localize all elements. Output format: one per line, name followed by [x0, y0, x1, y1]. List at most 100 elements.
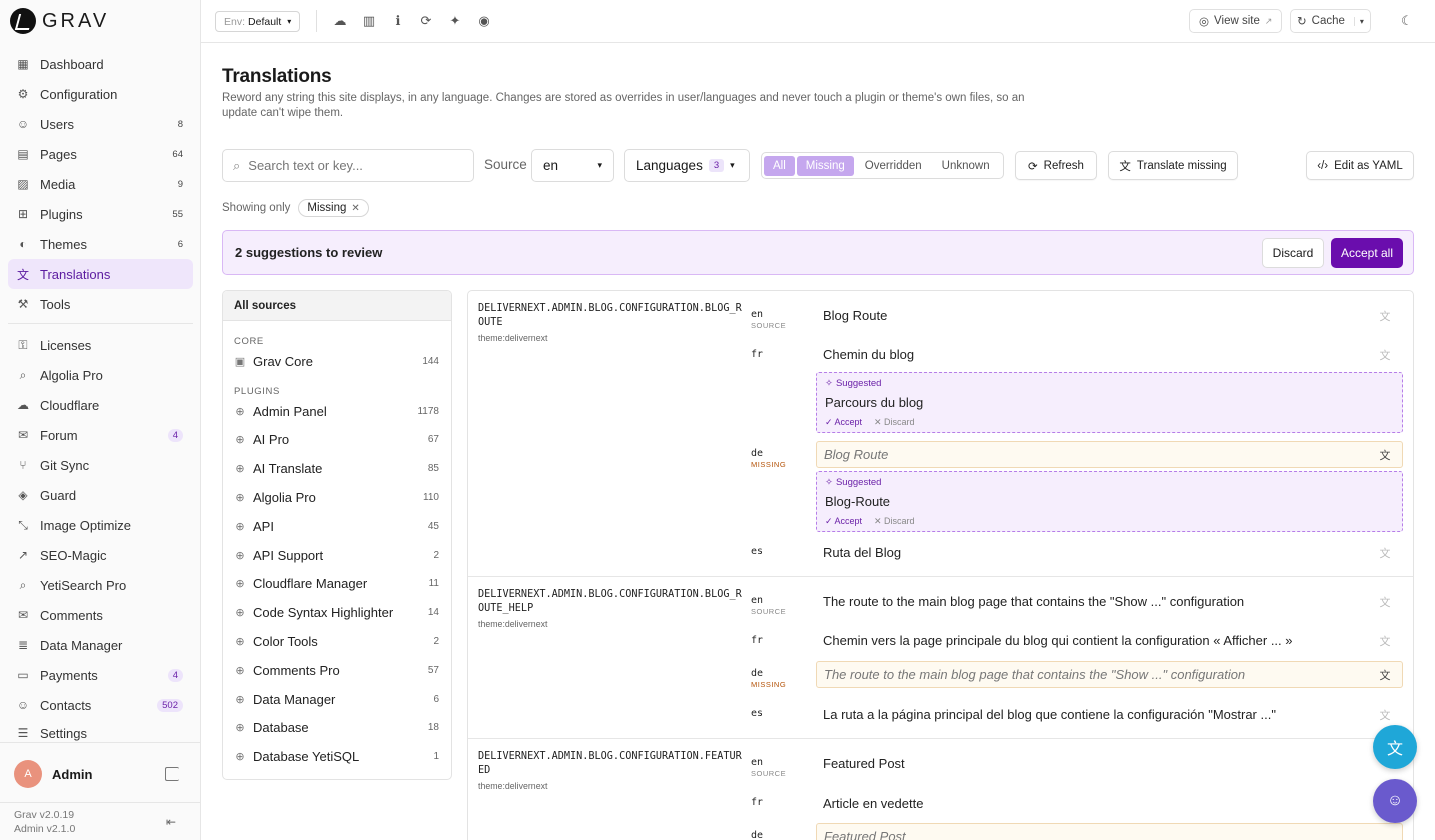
source-item[interactable]: ⊕ AI Translate 85: [223, 454, 451, 483]
search-input[interactable]: [248, 158, 463, 173]
refresh-icon[interactable]: ⟳: [418, 13, 434, 29]
compass-icon[interactable]: ◉: [476, 13, 492, 29]
translation-value-es[interactable]: Ruta del Blog: [823, 545, 901, 560]
sidebar-item-git-sync[interactable]: ⑂ Git Sync: [8, 450, 193, 480]
sidebar-item-tools[interactable]: ⚒ Tools: [8, 289, 193, 319]
translate-fab-button[interactable]: 文: [1373, 725, 1417, 769]
translate-icon[interactable]: 文: [1376, 307, 1394, 325]
cloud-icon[interactable]: ☁: [332, 13, 348, 29]
sidebar-item-algolia-pro[interactable]: ⌕ Algolia Pro: [8, 360, 193, 390]
languages-select[interactable]: Languages 3 ▾: [624, 149, 750, 182]
source-item[interactable]: ⊕ Code Syntax Highlighter 14: [223, 598, 451, 627]
accept-suggestion-button[interactable]: ✓ Accept: [825, 516, 862, 527]
translation-value-fr[interactable]: Article en vedette: [823, 796, 923, 811]
source-item[interactable]: ⊕ API Support 2: [223, 541, 451, 570]
sidebar-item-configuration[interactable]: ⚙ Configuration: [8, 79, 193, 109]
count-badge: 9: [177, 178, 183, 190]
sidebar-item-yetisearch-pro[interactable]: ⌕ YetiSearch Pro: [8, 570, 193, 600]
sidebar-item-media[interactable]: ▨ Media 9: [8, 169, 193, 199]
close-icon[interactable]: ✕: [351, 203, 359, 214]
search-box[interactable]: ⌕: [222, 149, 474, 182]
accept-suggestion-button[interactable]: ✓ Accept: [825, 417, 862, 428]
translation-input-de[interactable]: Blog Route: [816, 441, 1403, 468]
sidebar-item-contacts[interactable]: ☺ Contacts 502: [8, 690, 193, 720]
magic-wand-icon[interactable]: ✦: [447, 13, 463, 29]
filter-missing[interactable]: Missing: [796, 155, 854, 176]
cache-button[interactable]: ↻ Cache ▾: [1290, 9, 1371, 33]
translate-icon[interactable]: 文: [1376, 632, 1394, 650]
sidebar-item-licenses[interactable]: ⚿ Licenses: [8, 330, 193, 360]
topbar: Env: Default ▾ ☁ ▥ ℹ ⟳ ✦ ◉ ◎ View site ↗…: [201, 0, 1435, 43]
source-item[interactable]: ⊕ Color Tools 2: [223, 627, 451, 656]
sidebar-item-image-optimize[interactable]: ⤡ Image Optimize: [8, 510, 193, 540]
translate-icon[interactable]: 文: [1376, 544, 1394, 562]
translate-icon[interactable]: 文: [1376, 666, 1394, 684]
source-item[interactable]: ⊕ Admin Panel 1178: [223, 397, 451, 426]
translate-missing-button[interactable]: 文 Translate missing: [1108, 151, 1238, 180]
sidebar-item-comments[interactable]: ✉ Comments: [8, 600, 193, 630]
sidebar-item-themes[interactable]: ◐ Themes 6: [8, 229, 193, 259]
translate-icon[interactable]: 文: [1376, 446, 1394, 464]
source-item[interactable]: ▣ Grav Core 144: [223, 347, 451, 376]
translation-value-es[interactable]: La ruta a la página principal del blog q…: [823, 707, 1276, 722]
source-item[interactable]: ⊕ API 45: [223, 512, 451, 541]
sidebar-item-settings[interactable]: ☰ Settings: [8, 718, 193, 748]
discard-suggestion-button[interactable]: ✕ Discard: [874, 417, 915, 428]
accept-all-button[interactable]: Accept all: [1331, 238, 1403, 268]
translate-icon[interactable]: 文: [1376, 346, 1394, 364]
source-item[interactable]: ⊕ Database 18: [223, 714, 451, 743]
source-item[interactable]: ⊕ Cloudflare Manager 11: [223, 570, 451, 599]
assistant-fab-button[interactable]: ☺: [1373, 779, 1417, 823]
moon-icon[interactable]: ☾: [1401, 13, 1413, 29]
sidebar-item-translations[interactable]: 文 Translations: [8, 259, 193, 289]
translation-input-de[interactable]: Featured Post: [816, 823, 1403, 840]
environment-select[interactable]: Env: Default ▾: [215, 11, 301, 32]
source-item[interactable]: ⊕ Database YetiSQL 1: [223, 742, 451, 771]
translation-input-de[interactable]: The route to the main blog page that con…: [816, 661, 1403, 688]
discard-all-button[interactable]: Discard: [1262, 238, 1324, 268]
source-item[interactable]: ⊕ Comments Pro 57: [223, 656, 451, 685]
source-select[interactable]: en ▾: [531, 149, 614, 182]
source-item[interactable]: ⊕ AI Pro 67: [223, 426, 451, 455]
image-icon: ▨: [17, 177, 29, 191]
sidebar-item-cloudflare[interactable]: ☁ Cloudflare: [8, 390, 193, 420]
lang-code-en: en SOURCE: [751, 309, 787, 330]
collapse-sidebar-icon[interactable]: ⇤: [166, 815, 176, 829]
view-site-button[interactable]: ◎ View site ↗: [1189, 9, 1283, 33]
source-name: API: [253, 518, 274, 534]
filter-chip-missing[interactable]: Missing ✕: [298, 199, 369, 217]
discard-suggestion-button[interactable]: ✕ Discard: [874, 516, 915, 527]
translate-icon[interactable]: 文: [1376, 593, 1394, 611]
source-item[interactable]: ⊕ Data Manager 6: [223, 685, 451, 714]
refresh-button[interactable]: ⟳ Refresh: [1015, 151, 1097, 180]
filter-overridden[interactable]: Overridden: [856, 156, 931, 176]
translation-key-block: DELIVERNEXT.ADMIN.BLOG.CONFIGURATION.FEA…: [468, 739, 1413, 840]
sidebar-item-pages[interactable]: ▤ Pages 64: [8, 139, 193, 169]
puzzle-icon: ⊕: [235, 751, 245, 764]
user-name: Admin: [52, 766, 93, 782]
logout-icon[interactable]: [165, 767, 179, 781]
user-menu[interactable]: A Admin: [14, 760, 92, 788]
translation-value-fr[interactable]: Chemin vers la page principale du blog q…: [823, 633, 1293, 648]
source-count: 110: [423, 492, 439, 504]
sidebar-item-payments[interactable]: ▭ Payments 4: [8, 660, 193, 690]
sidebar-item-guard[interactable]: ◈ Guard: [8, 480, 193, 510]
brand[interactable]: GRAV: [10, 8, 109, 34]
edit-yaml-button[interactable]: ‹/› Edit as YAML: [1306, 151, 1414, 180]
info-icon[interactable]: ℹ: [390, 13, 406, 29]
all-sources[interactable]: All sources: [223, 291, 451, 321]
sidebar-item-forum[interactable]: ✉ Forum 4: [8, 420, 193, 450]
sidebar-item-dashboard[interactable]: ▦ Dashboard: [8, 49, 193, 79]
translate-icon[interactable]: 文: [1376, 706, 1394, 724]
chevron-down-icon[interactable]: ▾: [1353, 16, 1364, 26]
sidebar-item-users[interactable]: ☺ Users 8: [8, 109, 193, 139]
filter-unknown[interactable]: Unknown: [933, 156, 999, 176]
sidebar-item-data-manager[interactable]: ≣ Data Manager: [8, 630, 193, 660]
book-icon[interactable]: ▥: [361, 13, 377, 29]
sidebar-item-plugins[interactable]: ⊞ Plugins 55: [8, 199, 193, 229]
source-item[interactable]: ⊕ Algolia Pro 110: [223, 483, 451, 512]
translation-value-fr[interactable]: Chemin du blog: [823, 347, 914, 362]
sidebar-item-label: Guard: [40, 487, 77, 503]
filter-all[interactable]: All: [764, 155, 795, 176]
sidebar-item-seo-magic[interactable]: ↗ SEO-Magic: [8, 540, 193, 570]
